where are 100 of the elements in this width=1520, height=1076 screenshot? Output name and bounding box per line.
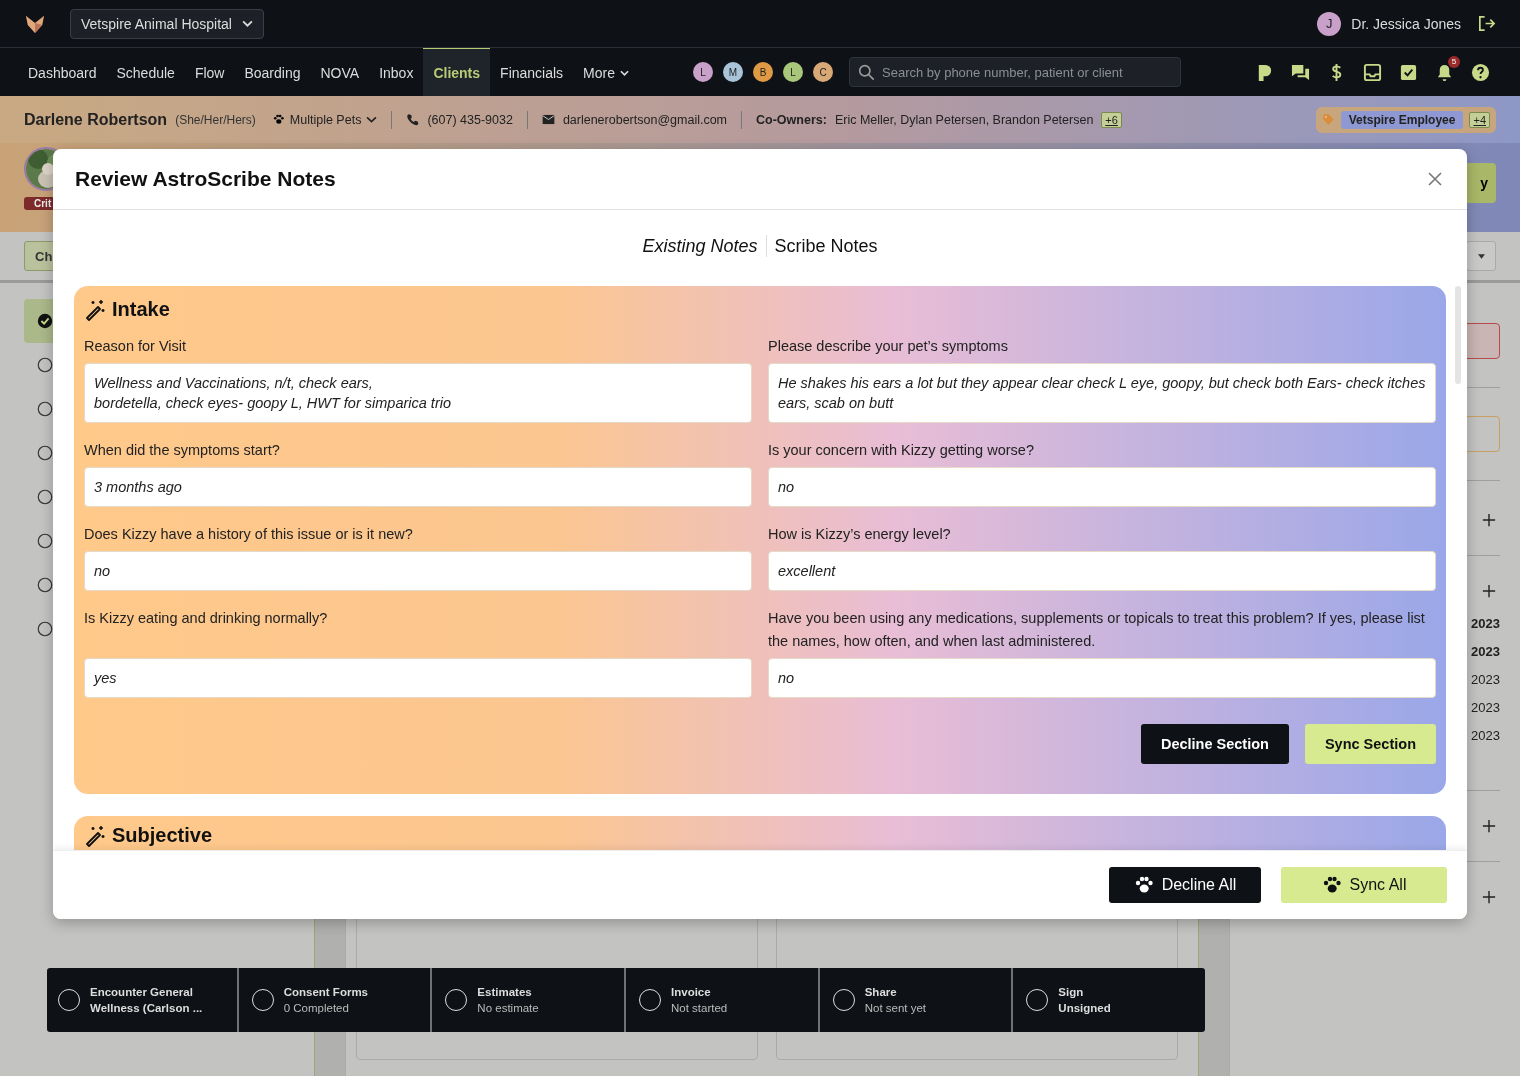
- decline-section-button[interactable]: Decline Section: [1140, 724, 1289, 764]
- magic-wand-icon: [84, 298, 106, 321]
- nav-tab[interactable]: Inbox: [369, 48, 424, 96]
- more-count[interactable]: +4: [1469, 111, 1490, 128]
- nav-tab[interactable]: Financials: [490, 48, 574, 96]
- plus-icon[interactable]: [1482, 513, 1496, 527]
- co-owners-label: Co-Owners:: [756, 112, 827, 127]
- step-title: Invoice: [671, 986, 712, 998]
- notes-tab[interactable]: Scribe Notes: [774, 235, 878, 257]
- answer-box[interactable]: 3 months ago: [84, 467, 752, 507]
- step-title: Sign: [1058, 986, 1085, 998]
- progress-step[interactable]: Encounter General Wellness (Carlson ...: [47, 968, 239, 1032]
- client-name: Darlene Robertson: [24, 110, 168, 129]
- field-label: How is Kizzy’s energy level?: [768, 525, 952, 544]
- staff-avatar[interactable]: M: [723, 62, 743, 82]
- bell-icon[interactable]: [1435, 62, 1454, 82]
- logout-icon[interactable]: [1477, 14, 1496, 33]
- pets-dropdown[interactable]: Multiple Pets: [271, 112, 378, 127]
- dropdown-button[interactable]: [1466, 241, 1496, 271]
- nav-tab[interactable]: Boarding: [234, 48, 311, 96]
- tag-icon: [1321, 113, 1335, 126]
- client-email[interactable]: darlenerobertson@gmail.com: [562, 112, 728, 127]
- answer-box[interactable]: He shakes his ears a lot but they appear clear check L eye, goopy, but check both Ears- check itches ears, scab on butt: [768, 363, 1436, 423]
- date-text: 2023: [1471, 699, 1500, 717]
- date-text: 2023: [1471, 615, 1500, 633]
- user-avatar: J: [1317, 11, 1342, 36]
- search-field[interactable]: Search by phone number, patient or client: [849, 57, 1181, 87]
- step-status: Unsigned: [1058, 1002, 1111, 1014]
- client-tag: Vetspire Employee: [1340, 110, 1464, 129]
- staff-avatar[interactable]: L: [783, 62, 803, 82]
- field-label: Please describe your pet’s symptoms: [768, 337, 1009, 356]
- field-label: Reason for Visit: [84, 337, 188, 356]
- more-count[interactable]: +6: [1101, 111, 1122, 128]
- section-title: Subjective: [112, 824, 213, 847]
- step-title: Consent Forms: [283, 986, 368, 998]
- answer-box[interactable]: Wellness and Vaccinations, n/t, check ears, bordetella, check eyes- goopy L, HWT for simparica trio: [84, 363, 752, 423]
- step-title: Share: [864, 986, 898, 998]
- help-icon[interactable]: [1471, 62, 1490, 82]
- decline-all-button[interactable]: Decline All: [1109, 867, 1261, 903]
- plus-icon[interactable]: [1482, 584, 1496, 598]
- nav-tab[interactable]: Flow: [184, 48, 235, 96]
- field-label: Is your concern with Kizzy getting worse?: [768, 441, 1035, 460]
- field-label: When did the symptoms start?: [84, 441, 281, 460]
- clinic-selector[interactable]: Vetspire Animal Hospital: [70, 8, 264, 39]
- caret-icon: [366, 116, 378, 123]
- staff-avatar[interactable]: C: [813, 62, 833, 82]
- close-icon[interactable]: [1427, 171, 1443, 187]
- progress-step[interactable]: Estimates No estimate: [434, 968, 626, 1032]
- circle-icon: [36, 488, 54, 506]
- answer-box[interactable]: no: [768, 467, 1436, 507]
- step-status: Wellness (Carlson ...: [90, 1002, 203, 1014]
- inbox-icon[interactable]: [1363, 62, 1382, 82]
- dialog-title: Review AstroScribe Notes: [75, 167, 336, 191]
- client-phone[interactable]: (607) 435-9032: [427, 112, 513, 127]
- magic-wand-icon: [84, 824, 106, 847]
- plus-icon[interactable]: [1482, 819, 1496, 833]
- mail-icon: [541, 113, 555, 126]
- nav-tab[interactable]: Schedule: [106, 48, 185, 96]
- sync-all-button[interactable]: Sync All: [1281, 867, 1447, 903]
- circle-icon: [36, 532, 54, 550]
- plus-icon[interactable]: [1482, 890, 1496, 904]
- search-icon: [858, 64, 875, 81]
- nav-tab[interactable]: Dashboard: [18, 48, 107, 96]
- progress-step[interactable]: Sign Unsigned: [1015, 968, 1206, 1032]
- caret-icon: [620, 69, 629, 76]
- progress-step[interactable]: Invoice Not started: [628, 968, 820, 1032]
- date-text: 2023: [1471, 671, 1500, 689]
- staff-avatar[interactable]: B: [753, 62, 773, 82]
- step-status: Not started: [671, 1002, 728, 1014]
- notification-badge: 5: [1448, 55, 1460, 68]
- date-text: 2023: [1471, 727, 1500, 745]
- answer-box[interactable]: yes: [84, 658, 752, 698]
- phone-icon: [406, 113, 420, 126]
- progress-step[interactable]: Share Not sent yet: [821, 968, 1014, 1032]
- notes-tab[interactable]: Existing Notes: [642, 235, 758, 257]
- paw-icon: [271, 113, 285, 126]
- sync-section-button[interactable]: Sync Section: [1304, 724, 1436, 764]
- co-owners: Eric Meller, Dylan Petersen, Brandon Petersen: [834, 112, 1094, 127]
- field-label: Have you been using any medications, supplements or topicals to treat this problem? If yes, please list the names, how often, and when last administered.: [768, 609, 1426, 651]
- checkbox-icon[interactable]: [1399, 62, 1418, 82]
- chat-icon[interactable]: [1291, 62, 1310, 82]
- circle-icon: [36, 400, 54, 418]
- nav-tab[interactable]: NOVA: [310, 48, 370, 96]
- step-status: No estimate: [477, 1002, 539, 1014]
- step-title: Estimates: [477, 986, 533, 998]
- circle-icon: [36, 620, 54, 638]
- circle-icon: [36, 576, 54, 594]
- user-name[interactable]: Dr. Jessica Jones: [1351, 15, 1461, 32]
- paw-icon: [1133, 875, 1154, 895]
- staff-avatar[interactable]: L: [693, 62, 713, 82]
- circle-icon: [36, 356, 54, 374]
- nav-tab[interactable]: More: [573, 48, 639, 96]
- progress-step[interactable]: Consent Forms 0 Completed: [240, 968, 433, 1032]
- logo-icon: [24, 13, 46, 34]
- caret-icon: [1477, 253, 1485, 259]
- answer-box[interactable]: excellent: [768, 551, 1436, 591]
- nav-tab[interactable]: Clients: [423, 48, 491, 96]
- section-title: Intake: [112, 298, 170, 321]
- answer-box[interactable]: no: [84, 551, 752, 591]
- answer-box[interactable]: no: [768, 658, 1436, 698]
